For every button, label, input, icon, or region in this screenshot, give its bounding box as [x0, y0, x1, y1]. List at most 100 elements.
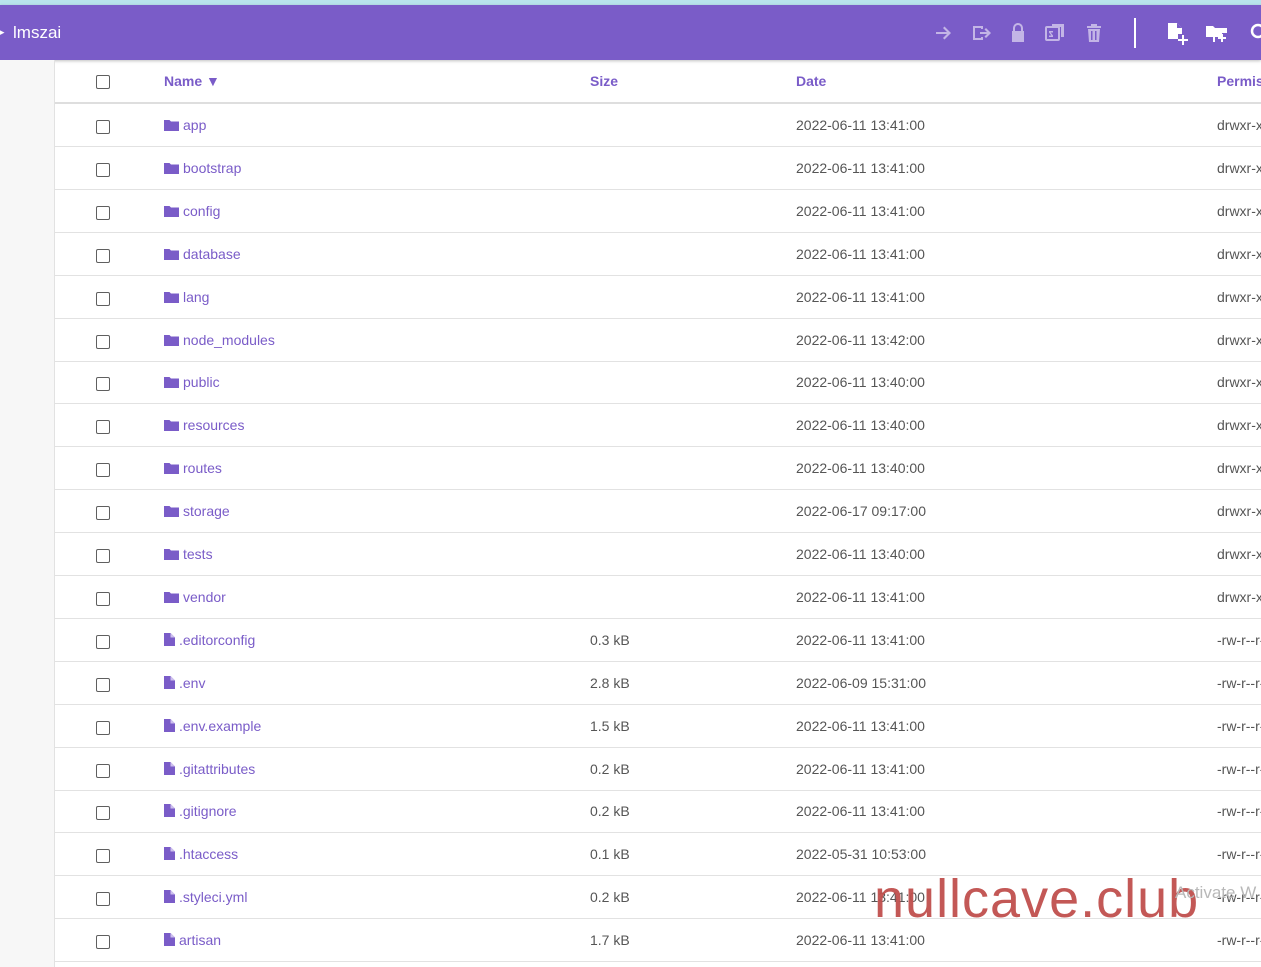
file-name-link[interactable]: artisan [164, 932, 221, 949]
table-row[interactable]: app 2022-06-11 13:41:00 drwxr-x [55, 104, 1261, 147]
table-row[interactable]: node_modules 2022-06-11 13:42:00 drwxr-x [55, 319, 1261, 362]
table-row[interactable]: routes 2022-06-11 13:40:00 drwxr-x [55, 447, 1261, 491]
row-checkbox[interactable] [96, 677, 110, 692]
permissions: -rw-r--r- [1217, 846, 1261, 863]
file-name-link[interactable]: .env [164, 675, 205, 692]
file-name-text: .htaccess [179, 846, 239, 863]
row-checkbox[interactable] [96, 463, 110, 478]
table-row[interactable]: .env.example 1.5 kB 2022-06-11 13:41:00 -rw… [55, 705, 1261, 748]
table-row[interactable]: config 2022-06-11 13:41:00 drwxr-x [55, 190, 1261, 233]
file-name-text: app [183, 117, 207, 133]
table-row[interactable]: resources 2022-06-11 13:40:00 drwxr-x [55, 404, 1261, 448]
zip-icon[interactable] [1043, 21, 1067, 45]
file-name-link[interactable]: bootstrap [164, 160, 241, 177]
file-name-link[interactable]: config [164, 203, 220, 220]
row-checkbox[interactable] [96, 549, 110, 563]
table-row[interactable]: bootstrap 2022-06-11 13:41:00 drwxr-x [55, 147, 1261, 190]
row-checkbox[interactable] [96, 892, 110, 907]
table-row[interactable]: .gitattributes 0.2 kB 2022-06-11 13:41:00 -… [55, 748, 1261, 791]
table-row[interactable]: vendor 2022-06-11 13:41:00 drwxr-x [55, 576, 1261, 619]
file-size: 0.1 kB [590, 846, 630, 863]
file-name-link[interactable]: app [164, 117, 206, 134]
row-checkbox[interactable] [96, 377, 110, 392]
file-name-text: .styleci.yml [179, 889, 248, 906]
modified-date: 2022-06-11 13:42:00 [796, 331, 925, 348]
watermark: nullcave.club [874, 869, 1200, 929]
table-row[interactable]: database 2022-06-11 13:41:00 drwxr-x [55, 233, 1261, 276]
permissions: -rw-r--r- [1217, 631, 1261, 648]
file-name-text: tests [183, 546, 213, 562]
file-name-text: routes [183, 460, 222, 477]
new-file-icon[interactable] [1165, 21, 1189, 45]
new-folder-icon[interactable] [1205, 21, 1229, 45]
file-name-link[interactable]: .gitignore [164, 803, 237, 820]
row-checkbox[interactable] [96, 334, 110, 349]
row-checkbox[interactable] [96, 506, 110, 521]
file-name-link[interactable]: .gitattributes [164, 761, 255, 778]
file-name-text: .gitattributes [179, 760, 256, 777]
file-name-text: public [183, 374, 220, 391]
file-icon [164, 933, 175, 949]
table-row[interactable]: lang 2022-06-11 13:41:00 drwxr-x [55, 276, 1261, 319]
search-icon[interactable] [1248, 21, 1261, 45]
modified-date: 2022-06-17 09:17:00 [796, 503, 926, 520]
file-name-link[interactable]: routes [164, 460, 222, 477]
table-row[interactable]: .gitignore 0.2 kB 2022-06-11 13:41:00 -rw-r… [55, 790, 1261, 834]
table-row[interactable]: public 2022-06-11 13:40:00 drwxr-x [55, 361, 1261, 405]
file-name-text: .gitignore [179, 803, 237, 820]
file-name-link[interactable]: .env.example [164, 718, 261, 735]
row-checkbox[interactable] [96, 806, 110, 821]
file-name-link[interactable]: .editorconfig [164, 632, 255, 649]
row-checkbox[interactable] [96, 634, 110, 649]
row-checkbox[interactable] [96, 591, 110, 606]
file-name-link[interactable]: database [164, 246, 241, 263]
file-name-text: resources [183, 417, 245, 434]
permissions: -rw-r--r- [1217, 674, 1261, 691]
file-name-link[interactable]: node_modules [164, 332, 275, 349]
column-header-date[interactable]: Date [796, 73, 826, 89]
row-checkbox[interactable] [96, 935, 110, 950]
column-header-permissions[interactable]: Permis [1217, 73, 1261, 89]
modified-date: 2022-06-11 13:40:00 [796, 460, 925, 477]
table-row[interactable]: storage 2022-06-17 09:17:00 drwxr-x [55, 490, 1261, 534]
toolbar-divider [1134, 18, 1136, 48]
file-name-link[interactable]: vendor [164, 589, 226, 606]
file-name-link[interactable]: .styleci.yml [164, 889, 247, 906]
row-checkbox[interactable] [96, 849, 110, 864]
breadcrumb-arrow-icon[interactable]: ▸ [0, 24, 5, 40]
move-icon[interactable] [932, 21, 956, 45]
row-checkbox[interactable] [96, 120, 110, 134]
permissions: drwxr-x [1217, 117, 1261, 133]
file-name-link[interactable]: tests [164, 546, 213, 563]
row-checkbox[interactable] [96, 291, 110, 306]
permissions: -rw-r--r- [1217, 760, 1261, 777]
modified-date: 2022-06-11 13:41:00 [796, 245, 925, 262]
file-name-link[interactable]: storage [164, 503, 230, 520]
column-header-size[interactable]: Size [590, 73, 618, 89]
file-table: Name ▼ Size Date Permis app 2022-06-11 13… [55, 60, 1261, 967]
table-row[interactable]: .editorconfig 0.3 kB 2022-06-11 13:41:00 -r… [55, 619, 1261, 662]
table-row[interactable]: tests 2022-06-11 13:40:00 drwxr-x [55, 533, 1261, 576]
column-header-name[interactable]: Name ▼ [164, 73, 220, 89]
table-row[interactable]: .env 2.8 kB 2022-06-09 15:31:00 -rw-r--r- [55, 662, 1261, 705]
trash-icon[interactable] [1082, 21, 1106, 45]
folder-icon [164, 461, 179, 477]
file-name-text: .env [179, 674, 206, 691]
file-size: 1.5 kB [590, 717, 630, 734]
permissions: -rw-r--r- [1217, 717, 1261, 734]
file-name-link[interactable]: lang [164, 289, 209, 306]
select-all-checkbox[interactable] [96, 75, 110, 89]
folder-icon [164, 418, 179, 434]
row-checkbox[interactable] [96, 205, 110, 220]
lock-icon[interactable] [1006, 21, 1030, 45]
row-checkbox[interactable] [96, 420, 110, 435]
page-title[interactable]: lmszai [13, 23, 61, 43]
file-name-link[interactable]: public [164, 374, 220, 391]
row-checkbox[interactable] [96, 162, 110, 177]
row-checkbox[interactable] [96, 248, 110, 263]
row-checkbox[interactable] [96, 763, 110, 778]
rename-icon[interactable] [970, 21, 994, 45]
file-name-link[interactable]: resources [164, 417, 244, 434]
file-name-link[interactable]: .htaccess [164, 846, 238, 863]
row-checkbox[interactable] [96, 720, 110, 735]
